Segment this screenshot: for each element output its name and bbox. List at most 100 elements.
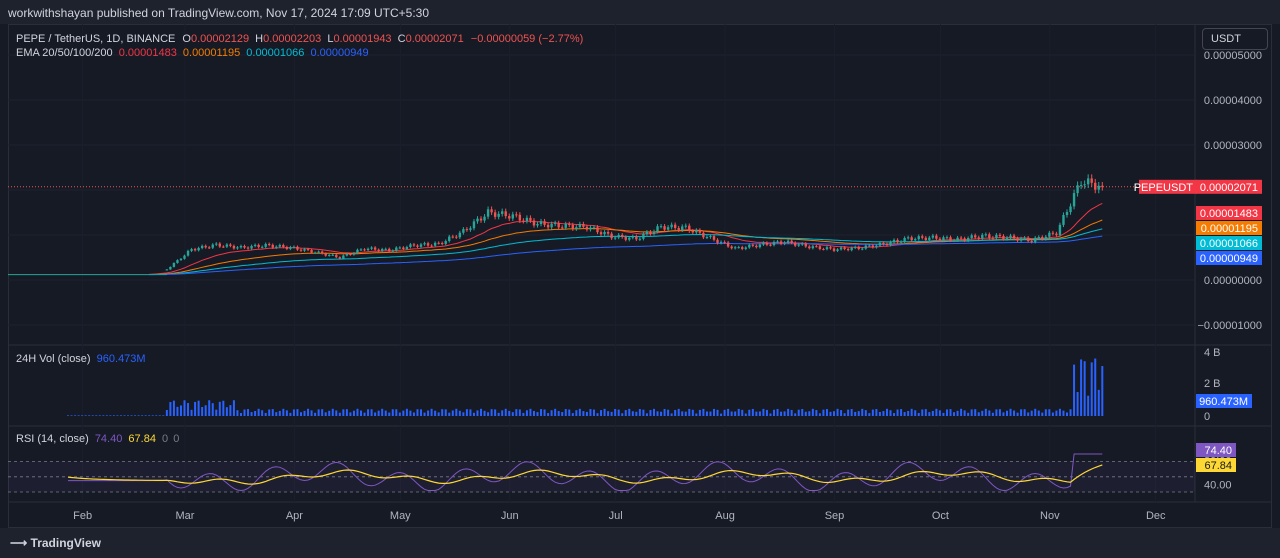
- volume-bar: [998, 409, 1001, 416]
- volume-bar: [716, 409, 719, 416]
- candle-body: [705, 237, 709, 239]
- candle-body: [497, 213, 500, 217]
- volume-bar: [88, 415, 91, 416]
- candle-body: [504, 211, 507, 217]
- candle-body: [476, 218, 479, 222]
- candle-body: [543, 221, 546, 225]
- candle-body: [1044, 236, 1048, 240]
- candle-body: [260, 246, 264, 248]
- volume-bar: [465, 409, 468, 416]
- candle-body: [723, 241, 726, 243]
- volume-bar: [420, 409, 423, 416]
- candle-body: [741, 247, 744, 249]
- volume-bar: [1020, 409, 1023, 416]
- ema-legend: EMA 20/50/100/200 0.00001483 0.00001195 …: [16, 47, 369, 59]
- candle-body: [193, 249, 197, 251]
- candle-body: [490, 209, 493, 213]
- time-tick-label: Aug: [715, 510, 735, 522]
- volume-bar: [441, 409, 444, 416]
- candle-body: [589, 227, 592, 230]
- candle-body: [222, 246, 225, 248]
- volume-bar: [518, 409, 521, 416]
- candle-body: [292, 246, 296, 248]
- price-chart[interactable]: 0.00005000 0.00004000 0.00003000 0.00000000…: [0, 0, 1280, 558]
- volume-bar: [1069, 409, 1072, 416]
- volume-bar: [1101, 366, 1104, 416]
- candle-body: [716, 239, 719, 244]
- volume-bar: [144, 415, 147, 416]
- volume-bar: [921, 409, 924, 416]
- candle-body: [384, 248, 387, 250]
- volume-bar: [522, 412, 525, 416]
- volume-bar: [981, 410, 984, 416]
- candle-body: [493, 212, 497, 217]
- candle-body: [539, 221, 543, 225]
- volume-label[interactable]: 24H Vol (close): [16, 353, 91, 365]
- volume-bar: [437, 412, 440, 416]
- candle-body: [596, 227, 599, 233]
- candle-body: [1076, 185, 1079, 194]
- candle-body: [338, 257, 342, 259]
- volume-bar: [1044, 409, 1047, 416]
- volume-bar: [91, 415, 94, 416]
- high-label: H: [255, 33, 264, 45]
- brand-name: TradingView: [30, 536, 102, 550]
- candle-body: [882, 242, 885, 245]
- volume-bar: [885, 408, 888, 416]
- volume-bar: [504, 408, 507, 416]
- candle-body: [557, 223, 560, 228]
- volume-bar: [748, 409, 751, 416]
- candle-body: [621, 234, 624, 238]
- candle-body: [215, 243, 218, 245]
- candle-body: [370, 247, 373, 249]
- volume-bar: [134, 415, 137, 416]
- symbol-name[interactable]: PEPE / TetherUS, 1D, BINANCE: [16, 33, 175, 45]
- candle-body: [172, 262, 176, 267]
- candle-body: [815, 246, 818, 248]
- candle-body: [956, 237, 959, 241]
- rsi-label[interactable]: RSI (14, close): [16, 433, 89, 445]
- candle-body: [1065, 212, 1069, 216]
- candle-body: [769, 244, 772, 246]
- volume-bar: [218, 401, 221, 416]
- candle-body: [303, 249, 306, 251]
- candle-body: [1097, 185, 1100, 190]
- volume-bar: [737, 408, 740, 416]
- volume-bar: [677, 408, 680, 416]
- candle-body: [857, 246, 860, 250]
- candle-body: [229, 244, 232, 246]
- volume-bar: [494, 409, 497, 416]
- volume-bar: [405, 408, 408, 416]
- candle-body: [854, 246, 857, 248]
- ema-label[interactable]: EMA 20/50/100/200: [16, 47, 113, 59]
- candle-body: [373, 247, 377, 250]
- volume-bar: [540, 409, 543, 416]
- candle-body: [695, 230, 698, 233]
- candle-body: [363, 249, 366, 251]
- volume-bar: [455, 408, 458, 416]
- candle-body: [419, 244, 423, 247]
- currency-button[interactable]: USDT: [1202, 28, 1268, 50]
- ema200-value: 0.00000949: [310, 47, 369, 59]
- candle-body: [783, 242, 786, 244]
- candle-body: [349, 254, 352, 256]
- volume-bar: [257, 408, 260, 416]
- volume-bar: [1002, 412, 1005, 416]
- volume-bar: [780, 411, 783, 416]
- candle-body: [204, 245, 207, 248]
- volume-tick-label: 2 B: [1204, 378, 1221, 390]
- volume-bar: [271, 409, 274, 416]
- ema100-tag: 0.00001066: [1200, 238, 1258, 250]
- volume-bar: [910, 408, 913, 416]
- volume-bar: [299, 412, 302, 416]
- candle-body: [426, 243, 430, 246]
- rsi-ma-tag: 67.84: [1204, 460, 1232, 472]
- volume-bar: [942, 412, 945, 416]
- candle-body: [642, 233, 645, 239]
- change-value: −0.00000059 (−2.77%): [470, 33, 584, 45]
- tradingview-logo[interactable]: ⟶ TradingView: [10, 536, 101, 550]
- candle-body: [253, 244, 257, 246]
- candle-body: [169, 266, 172, 270]
- candle-body: [320, 251, 324, 254]
- candle-body: [959, 237, 963, 239]
